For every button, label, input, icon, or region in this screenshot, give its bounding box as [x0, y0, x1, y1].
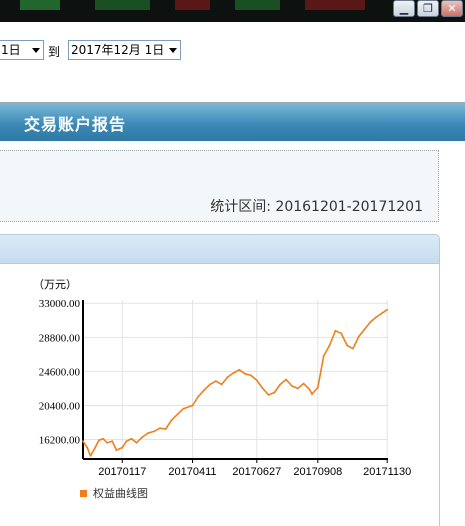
equity-point [153, 430, 155, 433]
equity-point [130, 437, 133, 440]
equity-point [296, 387, 299, 390]
equity-point [316, 386, 319, 389]
chevron-down-icon [32, 48, 40, 53]
equity-point [375, 316, 378, 318]
equity-point [147, 432, 150, 434]
equity-point [170, 419, 173, 421]
equity-point [285, 378, 287, 381]
background-decoration [175, 0, 210, 10]
close-icon[interactable]: ✕ [441, 0, 463, 17]
equity-point [226, 376, 229, 378]
legend-label: 权益曲线图 [93, 487, 148, 500]
equity-series-line [82, 309, 388, 457]
equity-point [191, 404, 194, 407]
equity-point [346, 344, 348, 347]
equity-point [197, 395, 200, 398]
equity-point [244, 372, 247, 375]
equity-point [93, 447, 96, 450]
x-tick-label: 20171130 [363, 466, 411, 478]
to-label: 到 [48, 45, 61, 59]
equity-point [182, 407, 185, 410]
equity-chart: 33000.00 28800.00 24600.00 20400.00 16200.00… [39, 298, 411, 478]
date-range-toolbar: 1日 到 2017年12月 1日 [0, 22, 465, 103]
equity-point [279, 383, 282, 386]
equity-point [238, 368, 241, 371]
equity-point [164, 428, 167, 430]
x-tick-label: 20170908 [293, 466, 342, 478]
equity-point [82, 440, 84, 443]
equity-point [111, 440, 114, 443]
equity-point [97, 439, 100, 442]
legend-swatch [80, 489, 87, 497]
equity-point [158, 427, 161, 430]
statistics-period: 统计区间: 20161201-20171201 [210, 196, 423, 216]
equity-point [381, 312, 384, 314]
equity-point [273, 391, 276, 394]
equity-point [261, 387, 264, 390]
background-decoration [20, 0, 60, 10]
y-tick-label: 16200.00 [39, 435, 81, 447]
equity-point [250, 374, 252, 377]
x-tick-label: 20170627 [232, 466, 281, 478]
from-date-select[interactable]: 1日 [0, 40, 44, 60]
background-decoration [235, 0, 280, 10]
equity-point [334, 329, 337, 332]
y-tick-label: 28800.00 [39, 332, 81, 344]
chart-legend: 权益曲线图 [80, 485, 148, 501]
equity-point [203, 389, 206, 391]
equity-point [121, 446, 124, 449]
equity-point [267, 394, 270, 396]
minimize-icon[interactable]: ▁ [393, 0, 415, 17]
period-value: 20161201-20171201 [275, 199, 423, 215]
equity-point [352, 347, 354, 350]
equity-point [291, 385, 293, 387]
equity-point [135, 441, 138, 444]
chart-panel-header [0, 234, 440, 264]
equity-point [106, 441, 109, 444]
report-banner: 交易账户报告 [0, 103, 465, 141]
equity-point [357, 335, 360, 338]
equity-point [102, 437, 104, 440]
equity-point [86, 446, 89, 449]
equity-point [328, 344, 331, 347]
y-tick-label: 24600.00 [39, 366, 81, 378]
equity-point [141, 436, 144, 438]
equity-point [220, 383, 223, 386]
restore-icon[interactable]: ❐ [417, 0, 439, 17]
equity-point [176, 413, 179, 416]
to-date-select[interactable]: 2017年12月 1日 [68, 40, 181, 60]
equity-point [369, 321, 372, 323]
equity-point [363, 328, 366, 331]
background-decoration [305, 0, 365, 10]
equity-point [232, 372, 235, 374]
equity-point [302, 382, 305, 385]
equity-point [214, 380, 217, 383]
equity-point [115, 449, 118, 451]
period-label: 统计区间: [210, 199, 276, 215]
equity-point [311, 393, 313, 396]
from-date-value: 1日 [1, 43, 21, 57]
equity-point [89, 454, 92, 457]
equity-point [308, 388, 311, 391]
x-tick-label: 20170411 [168, 466, 216, 478]
background-decoration [95, 0, 150, 10]
page-title: 交易账户报告 [24, 115, 127, 134]
y-tick-label: 33000.00 [39, 298, 81, 310]
chevron-down-icon [169, 48, 177, 53]
equity-point [340, 332, 343, 335]
to-date-value: 2017年12月 1日 [71, 43, 165, 57]
window-controls: ▁ ❐ ✕ [393, 0, 463, 18]
equity-point [209, 383, 211, 386]
x-tick-label: 20170117 [98, 466, 146, 478]
equity-point [386, 308, 389, 311]
equity-point [322, 355, 325, 357]
y-tick-label: 20400.00 [39, 400, 81, 412]
equity-point [125, 440, 128, 443]
equity-point [255, 379, 258, 382]
